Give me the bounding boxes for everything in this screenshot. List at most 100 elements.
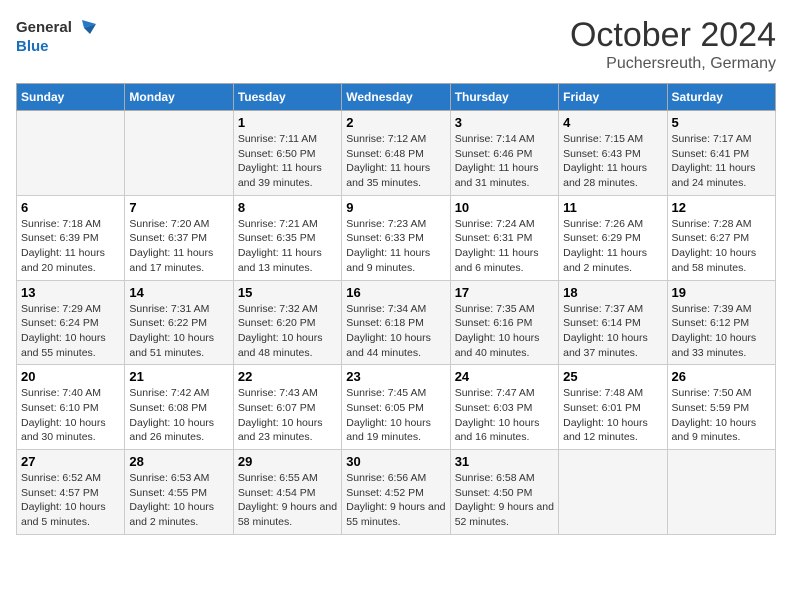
day-info: Sunrise: 7:23 AM Sunset: 6:33 PM Dayligh… [346,217,445,276]
day-info: Sunrise: 7:28 AM Sunset: 6:27 PM Dayligh… [672,217,771,276]
day-number: 17 [455,285,554,300]
weekday-header-friday: Friday [559,84,667,111]
day-number: 10 [455,200,554,215]
calendar-cell: 16 Sunrise: 7:34 AM Sunset: 6:18 PM Dayli… [342,280,450,365]
day-number: 3 [455,115,554,130]
calendar-cell: 19Sunrise: 7:39 AM Sunset: 6:12 PM Dayli… [667,280,775,365]
calendar-cell: 1Sunrise: 7:11 AM Sunset: 6:50 PM Daylig… [233,111,341,196]
day-number: 7 [129,200,228,215]
calendar-cell: 6Sunrise: 7:18 AM Sunset: 6:39 PM Daylig… [17,195,125,280]
calendar-cell: 2 Sunrise: 7:12 AM Sunset: 6:48 PM Daylig… [342,111,450,196]
logo-blue-text: Blue [16,38,49,55]
day-info: Sunrise: 7:50 AM Sunset: 5:59 PM Dayligh… [672,386,771,445]
calendar-cell: 12 Sunrise: 7:28 AM Sunset: 6:27 PM Dayli… [667,195,775,280]
day-info: Sunrise: 7:29 AM Sunset: 6:24 PM Dayligh… [21,302,120,361]
day-info: Sunrise: 7:48 AM Sunset: 6:01 PM Dayligh… [563,386,662,445]
day-info: Sunrise: 7:42 AM Sunset: 6:08 PM Dayligh… [129,386,228,445]
day-number: 13 [21,285,120,300]
calendar-cell: 7 Sunrise: 7:20 AM Sunset: 6:37 PM Daylig… [125,195,233,280]
calendar-cell: 30Sunrise: 6:56 AM Sunset: 4:52 PM Dayli… [342,450,450,535]
day-number: 29 [238,454,337,469]
calendar-cell [559,450,667,535]
day-number: 12 [672,200,771,215]
day-info: Sunrise: 7:39 AM Sunset: 6:12 PM Dayligh… [672,302,771,361]
calendar-table: SundayMondayTuesdayWednesdayThursdayFrid… [16,83,776,535]
day-number: 2 [346,115,445,130]
day-info: Sunrise: 6:52 AM Sunset: 4:57 PM Dayligh… [21,471,120,530]
logo-bird-icon [74,16,96,38]
day-info: Sunrise: 7:47 AM Sunset: 6:03 PM Dayligh… [455,386,554,445]
day-info: Sunrise: 6:58 AM Sunset: 4:50 PM Dayligh… [455,471,554,530]
logo: General Blue [16,16,96,55]
day-info: Sunrise: 7:12 AM Sunset: 6:48 PM Dayligh… [346,132,445,191]
calendar-cell: 11 Sunrise: 7:26 AM Sunset: 6:29 PM Dayli… [559,195,667,280]
day-info: Sunrise: 7:31 AM Sunset: 6:22 PM Dayligh… [129,302,228,361]
calendar-cell: 21 Sunrise: 7:42 AM Sunset: 6:08 PM Dayli… [125,365,233,450]
calendar-cell: 3 Sunrise: 7:14 AM Sunset: 6:46 PM Daylig… [450,111,558,196]
calendar-cell: 29Sunrise: 6:55 AM Sunset: 4:54 PM Dayli… [233,450,341,535]
day-info: Sunrise: 7:34 AM Sunset: 6:18 PM Dayligh… [346,302,445,361]
day-info: Sunrise: 7:26 AM Sunset: 6:29 PM Dayligh… [563,217,662,276]
calendar-cell: 5 Sunrise: 7:17 AM Sunset: 6:41 PM Daylig… [667,111,775,196]
page-header: General Blue October 2024 Puchersreuth, … [16,16,776,73]
calendar-cell: 15 Sunrise: 7:32 AM Sunset: 6:20 PM Dayli… [233,280,341,365]
calendar-header-row: SundayMondayTuesdayWednesdayThursdayFrid… [17,84,776,111]
calendar-cell: 22 Sunrise: 7:43 AM Sunset: 6:07 PM Dayli… [233,365,341,450]
day-number: 18 [563,285,662,300]
day-number: 30 [346,454,445,469]
day-number: 22 [238,369,337,384]
calendar-cell: 20 Sunrise: 7:40 AM Sunset: 6:10 PM Dayli… [17,365,125,450]
day-info: Sunrise: 7:15 AM Sunset: 6:43 PM Dayligh… [563,132,662,191]
day-info: Sunrise: 7:45 AM Sunset: 6:05 PM Dayligh… [346,386,445,445]
day-info: Sunrise: 7:32 AM Sunset: 6:20 PM Dayligh… [238,302,337,361]
day-number: 8 [238,200,337,215]
day-info: Sunrise: 7:24 AM Sunset: 6:31 PM Dayligh… [455,217,554,276]
day-number: 15 [238,285,337,300]
calendar-week-row: 6Sunrise: 7:18 AM Sunset: 6:39 PM Daylig… [17,195,776,280]
day-number: 23 [346,369,445,384]
day-number: 21 [129,369,228,384]
calendar-cell: 28 Sunrise: 6:53 AM Sunset: 4:55 PM Dayli… [125,450,233,535]
day-number: 27 [21,454,120,469]
calendar-cell: 17Sunrise: 7:35 AM Sunset: 6:16 PM Dayli… [450,280,558,365]
day-number: 20 [21,369,120,384]
day-info: Sunrise: 7:43 AM Sunset: 6:07 PM Dayligh… [238,386,337,445]
calendar-subtitle: Puchersreuth, Germany [570,55,776,73]
day-number: 28 [129,454,228,469]
calendar-cell: 31 Sunrise: 6:58 AM Sunset: 4:50 PM Dayli… [450,450,558,535]
day-info: Sunrise: 7:17 AM Sunset: 6:41 PM Dayligh… [672,132,771,191]
calendar-cell: 10 Sunrise: 7:24 AM Sunset: 6:31 PM Dayli… [450,195,558,280]
weekday-header-saturday: Saturday [667,84,775,111]
calendar-cell: 13 Sunrise: 7:29 AM Sunset: 6:24 PM Dayli… [17,280,125,365]
calendar-cell [17,111,125,196]
day-number: 6 [21,200,120,215]
day-number: 11 [563,200,662,215]
day-info: Sunrise: 7:21 AM Sunset: 6:35 PM Dayligh… [238,217,337,276]
day-number: 24 [455,369,554,384]
weekday-header-thursday: Thursday [450,84,558,111]
calendar-cell: 8 Sunrise: 7:21 AM Sunset: 6:35 PM Daylig… [233,195,341,280]
day-number: 16 [346,285,445,300]
calendar-cell: 26Sunrise: 7:50 AM Sunset: 5:59 PM Dayli… [667,365,775,450]
day-number: 31 [455,454,554,469]
calendar-title-block: October 2024 Puchersreuth, Germany [570,16,776,73]
calendar-cell: 23 Sunrise: 7:45 AM Sunset: 6:05 PM Dayli… [342,365,450,450]
day-info: Sunrise: 7:40 AM Sunset: 6:10 PM Dayligh… [21,386,120,445]
day-info: Sunrise: 7:20 AM Sunset: 6:37 PM Dayligh… [129,217,228,276]
calendar-cell [667,450,775,535]
calendar-cell: 9Sunrise: 7:23 AM Sunset: 6:33 PM Daylig… [342,195,450,280]
calendar-week-row: 1Sunrise: 7:11 AM Sunset: 6:50 PM Daylig… [17,111,776,196]
day-info: Sunrise: 7:14 AM Sunset: 6:46 PM Dayligh… [455,132,554,191]
day-number: 25 [563,369,662,384]
day-info: Sunrise: 6:53 AM Sunset: 4:55 PM Dayligh… [129,471,228,530]
calendar-cell: 24 Sunrise: 7:47 AM Sunset: 6:03 PM Dayli… [450,365,558,450]
weekday-header-monday: Monday [125,84,233,111]
calendar-cell: 25 Sunrise: 7:48 AM Sunset: 6:01 PM Dayli… [559,365,667,450]
weekday-header-wednesday: Wednesday [342,84,450,111]
day-number: 14 [129,285,228,300]
calendar-cell [125,111,233,196]
calendar-week-row: 27 Sunrise: 6:52 AM Sunset: 4:57 PM Dayli… [17,450,776,535]
day-number: 5 [672,115,771,130]
day-number: 4 [563,115,662,130]
calendar-title: October 2024 [570,16,776,55]
